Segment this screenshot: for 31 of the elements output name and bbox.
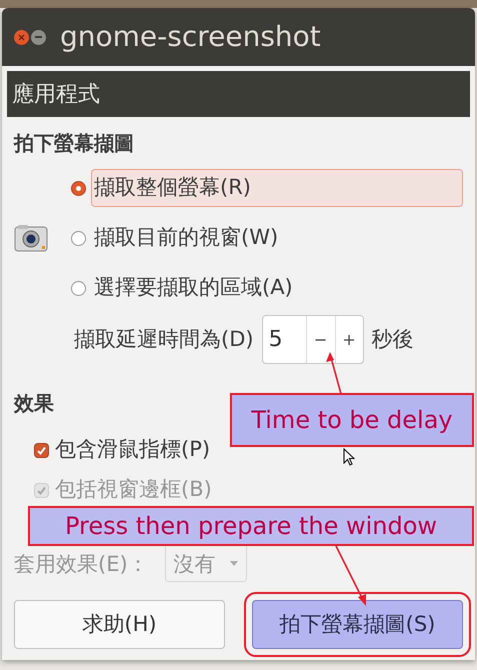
radio-label[interactable]: 擷取整個螢幕(R) xyxy=(91,169,463,207)
close-icon xyxy=(18,34,25,40)
window-title: gnome-screenshot xyxy=(60,19,321,55)
apply-effect-label: 套用效果(E)： xyxy=(14,551,149,578)
radio-button[interactable] xyxy=(71,230,86,246)
header-bar: 應用程式 xyxy=(7,71,470,117)
delay-spinner[interactable]: 5 − + xyxy=(262,315,364,364)
radio-button[interactable] xyxy=(71,280,86,296)
callout-box: Time to be delay xyxy=(230,393,474,447)
delay-unit: 秒後 xyxy=(372,326,414,353)
check-icon xyxy=(36,484,47,496)
delay-label: 擷取延遲時間為(D) xyxy=(74,326,254,353)
mouse-pointer-icon xyxy=(343,448,356,467)
minimize-icon xyxy=(35,36,42,38)
radio-label[interactable]: 選擇要擷取的區域(A) xyxy=(91,269,296,307)
radio-label[interactable]: 擷取目前的視窗(W) xyxy=(91,219,282,257)
camera-icon xyxy=(14,223,48,253)
radio-button[interactable] xyxy=(71,180,86,196)
minimize-button[interactable] xyxy=(31,30,46,44)
checkbox-label: 包括視窗邊框(B) xyxy=(55,476,212,504)
section-heading: 效果 xyxy=(14,390,54,417)
close-button[interactable] xyxy=(14,30,29,44)
checkbox[interactable] xyxy=(34,442,49,458)
dialog-button[interactable]: 求助(H) xyxy=(14,600,225,649)
callout-box: Press then prepare the window xyxy=(28,506,474,546)
delay-value[interactable]: 5 xyxy=(262,323,306,356)
caret-icon xyxy=(230,561,238,566)
increment-button[interactable]: + xyxy=(334,316,363,363)
section-heading: 拍下螢幕擷圖 xyxy=(14,130,134,157)
check-icon xyxy=(36,444,47,456)
checkbox-label: 包含滑鼠指標(P) xyxy=(55,436,210,464)
